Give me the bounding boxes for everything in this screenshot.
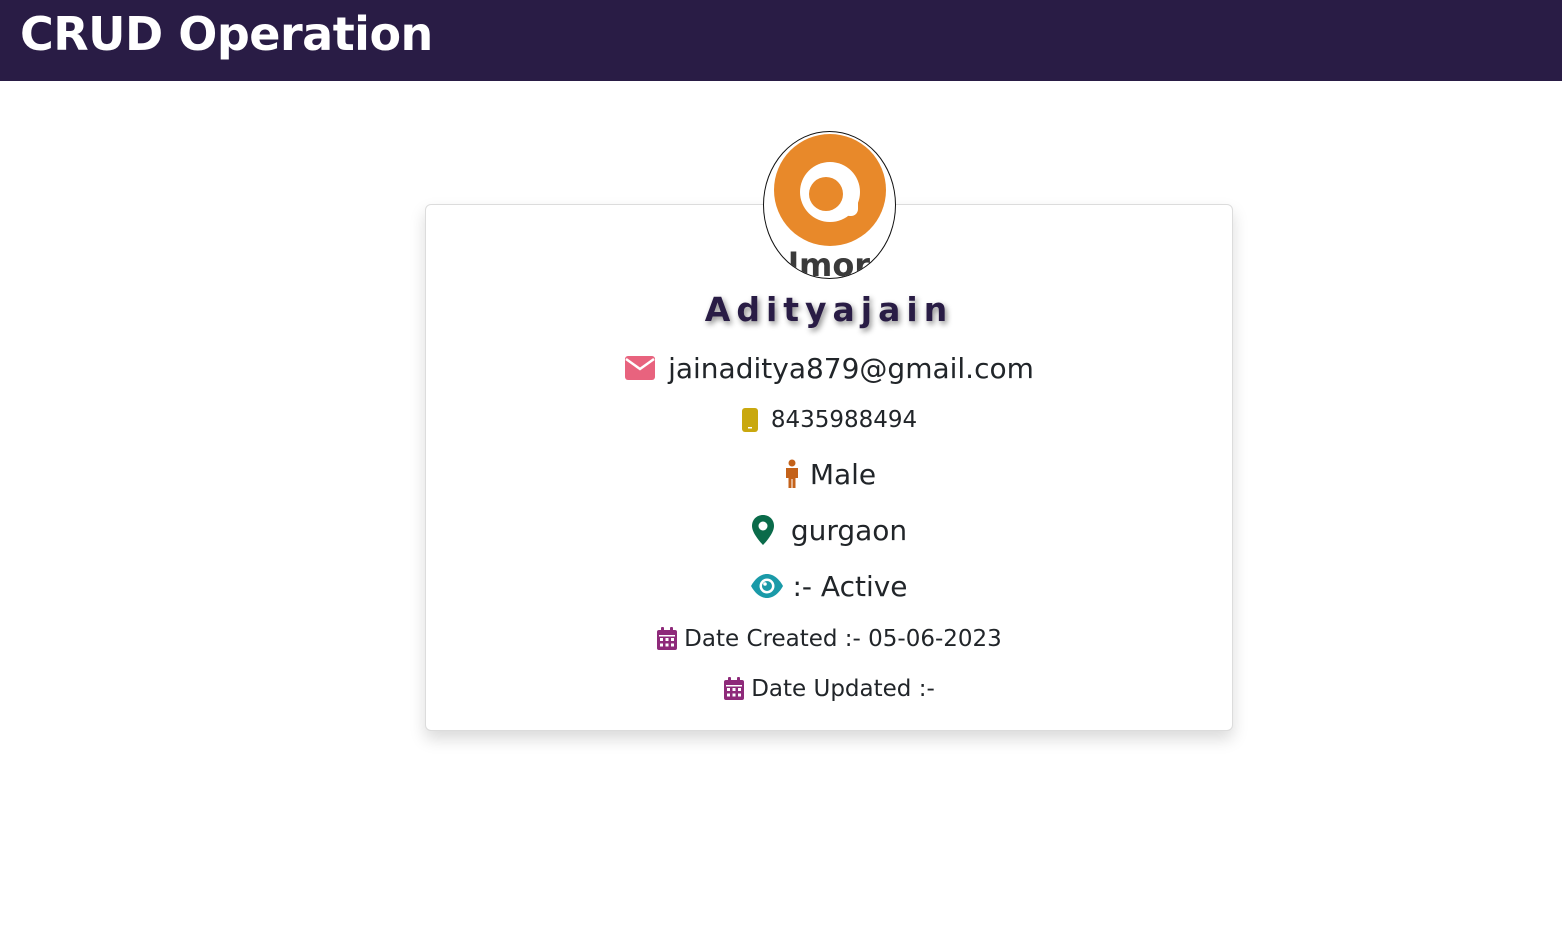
- envelope-icon: [624, 355, 656, 381]
- status-row: :- Active: [425, 566, 1233, 606]
- calendar-icon: [656, 627, 678, 651]
- gender-row: Male: [425, 455, 1233, 493]
- date-updated-row: Date Updated :-: [425, 672, 1233, 706]
- gender-value: Male: [809, 457, 877, 491]
- map-pin-icon: [751, 514, 775, 546]
- date-created-value: Date Created :- 05-06-2023: [684, 626, 1002, 652]
- phone-row: 8435988494: [425, 403, 1233, 437]
- profile-logo-image: lmor: [774, 134, 886, 278]
- person-icon: [782, 459, 802, 489]
- email-value: jainaditya879@gmail.com: [668, 351, 1034, 385]
- email-row: jainaditya879@gmail.com: [425, 348, 1233, 388]
- avatar: lmor: [763, 131, 896, 279]
- calendar-icon: [723, 677, 745, 701]
- phone-value: 8435988494: [770, 407, 918, 433]
- status-value: :- Active: [792, 569, 908, 603]
- date-created-row: Date Created :- 05-06-2023: [425, 622, 1233, 656]
- mobile-phone-icon: [741, 407, 759, 433]
- top-navbar: CRUD Operation: [0, 0, 1562, 81]
- user-name: Adityajain: [704, 289, 954, 329]
- date-updated-value: Date Updated :-: [751, 676, 935, 702]
- location-row: gurgaon: [425, 510, 1233, 550]
- eye-icon: [750, 573, 784, 599]
- app-title[interactable]: CRUD Operation: [20, 6, 433, 62]
- location-value: gurgaon: [790, 513, 908, 547]
